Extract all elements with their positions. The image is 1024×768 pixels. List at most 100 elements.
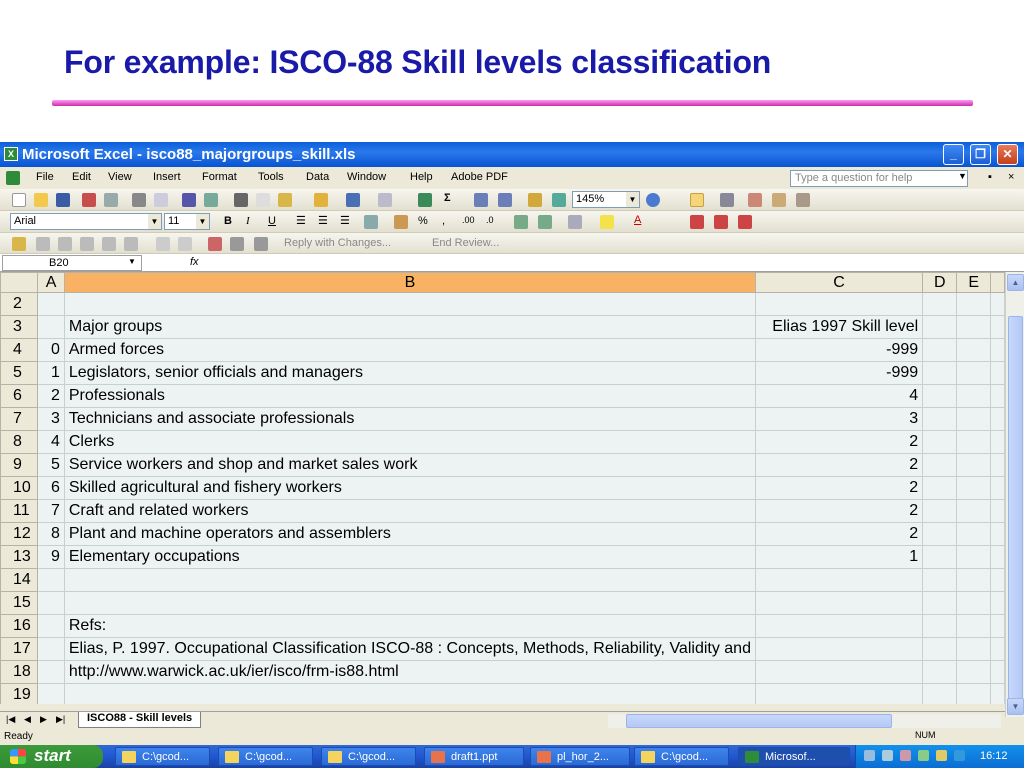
font-select[interactable]: Arial ▼ [10,213,162,230]
cell-b[interactable] [63,591,756,615]
taskbar-item-folder-1[interactable]: C:\gcod... [115,747,210,766]
open-icon[interactable] [34,193,48,207]
row-header[interactable]: 15 [0,591,39,615]
name-box[interactable]: B20 [2,255,142,271]
bold-icon[interactable]: B [224,215,232,227]
taskbar-item-pl-hor[interactable]: pl_hor_2... [530,747,630,766]
align-center-icon[interactable]: ☰ [318,214,328,227]
vertical-scrollbar[interactable]: ▲ ▼ [1005,272,1024,717]
pdf-email-icon[interactable] [714,215,728,229]
review-icon-3[interactable] [80,237,94,251]
underline-icon[interactable]: U [268,215,276,227]
row-header[interactable]: 17 [0,637,39,661]
cell-e[interactable] [956,614,992,638]
menu-insert[interactable]: Insert [153,171,181,183]
borders-icon[interactable] [568,215,582,229]
taskbar-item-folder-3[interactable]: C:\gcod... [321,747,416,766]
row-header[interactable]: 19 [0,683,39,704]
menu-view[interactable]: View [108,171,132,183]
cell-b[interactable]: Clerks [63,430,756,454]
cell-d[interactable] [922,407,958,431]
chart-wizard-icon[interactable] [528,193,542,207]
review-icon-8[interactable] [208,237,222,251]
cell-e[interactable] [956,591,992,615]
row-header[interactable]: 7 [0,407,39,431]
row-header[interactable]: 3 [0,315,39,339]
cell-c[interactable] [754,292,924,316]
cell-e[interactable] [956,361,992,385]
row-header[interactable]: 8 [0,430,39,454]
decrease-decimal-icon[interactable]: .0 [486,215,494,225]
cell-d[interactable] [922,338,958,362]
row-header[interactable]: 2 [0,292,39,316]
cell-d[interactable] [922,430,958,454]
cell-a[interactable] [37,292,65,316]
align-left-icon[interactable]: ☰ [296,214,306,227]
cell-c[interactable]: Elias 1997 Skill level [754,315,924,339]
cell-e[interactable] [956,660,992,684]
fx-icon[interactable]: fx [190,256,199,268]
taskbar-item-draft[interactable]: draft1.ppt [424,747,524,766]
cell-f[interactable] [990,499,1005,523]
cell-a[interactable] [37,637,65,661]
column-header-e[interactable]: E [956,272,992,293]
review-icon-5[interactable] [124,237,138,251]
review-icon-7[interactable] [178,237,192,251]
row-header[interactable]: 18 [0,660,39,684]
menu-file[interactable]: File [36,171,54,183]
sheet-tab-skill-levels[interactable]: ISCO88 - Skill levels [78,712,202,728]
cell-f[interactable] [990,430,1005,454]
tray-icon-2[interactable] [882,750,893,761]
spelling-icon[interactable] [182,193,196,207]
cell-b[interactable]: Elementary occupations [63,545,756,569]
cell-d[interactable] [922,499,958,523]
copy-icon[interactable] [256,193,270,207]
cell-b[interactable] [63,568,756,592]
cell-a[interactable] [37,660,65,684]
cell-c[interactable]: 4 [754,384,924,408]
cell-a[interactable] [37,591,65,615]
cell-b[interactable]: Legislators, senior officials and manage… [63,361,756,385]
row-header[interactable]: 4 [0,338,39,362]
cell-c[interactable]: 2 [754,453,924,477]
review-icon-10[interactable] [254,237,268,251]
folder-icon[interactable] [12,237,26,251]
help-icon[interactable] [646,193,660,207]
cell-a[interactable]: 6 [37,476,65,500]
italic-icon[interactable]: I [246,215,250,227]
cell-c[interactable]: 2 [754,499,924,523]
increase-indent-icon[interactable] [538,215,552,229]
cell-b[interactable]: Refs: [63,614,756,638]
cell-c[interactable] [754,683,924,704]
cell-a[interactable]: 7 [37,499,65,523]
cell-a[interactable]: 8 [37,522,65,546]
taskbar-item-excel[interactable]: Microsof... [738,747,850,766]
font-color-icon[interactable]: A [634,214,641,226]
cell-c[interactable] [754,568,924,592]
select-all-corner[interactable] [0,272,39,293]
cell-a[interactable] [37,568,65,592]
cell-d[interactable] [922,660,958,684]
restore-button[interactable]: ❐ [970,144,991,165]
cell-a[interactable] [37,683,65,704]
email-icon[interactable] [104,193,118,207]
menu-edit[interactable]: Edit [72,171,91,183]
row-header[interactable]: 13 [0,545,39,569]
minimize-button[interactable]: _ [943,144,964,165]
percent-icon[interactable]: % [418,215,428,227]
undo-icon[interactable] [346,193,360,207]
cell-d[interactable] [922,522,958,546]
cut-icon[interactable] [234,193,248,207]
cell-f[interactable] [990,614,1005,638]
row-header[interactable]: 12 [0,522,39,546]
review-icon-6[interactable] [156,237,170,251]
protect-icon[interactable] [690,193,704,207]
share-icon[interactable] [796,193,810,207]
cell-e[interactable] [956,476,992,500]
cell-d[interactable] [922,683,958,704]
cell-a[interactable]: 2 [37,384,65,408]
cell-b[interactable]: Skilled agricultural and fishery workers [63,476,756,500]
row-header[interactable]: 16 [0,614,39,638]
cell-d[interactable] [922,315,958,339]
cell-d[interactable] [922,637,958,661]
